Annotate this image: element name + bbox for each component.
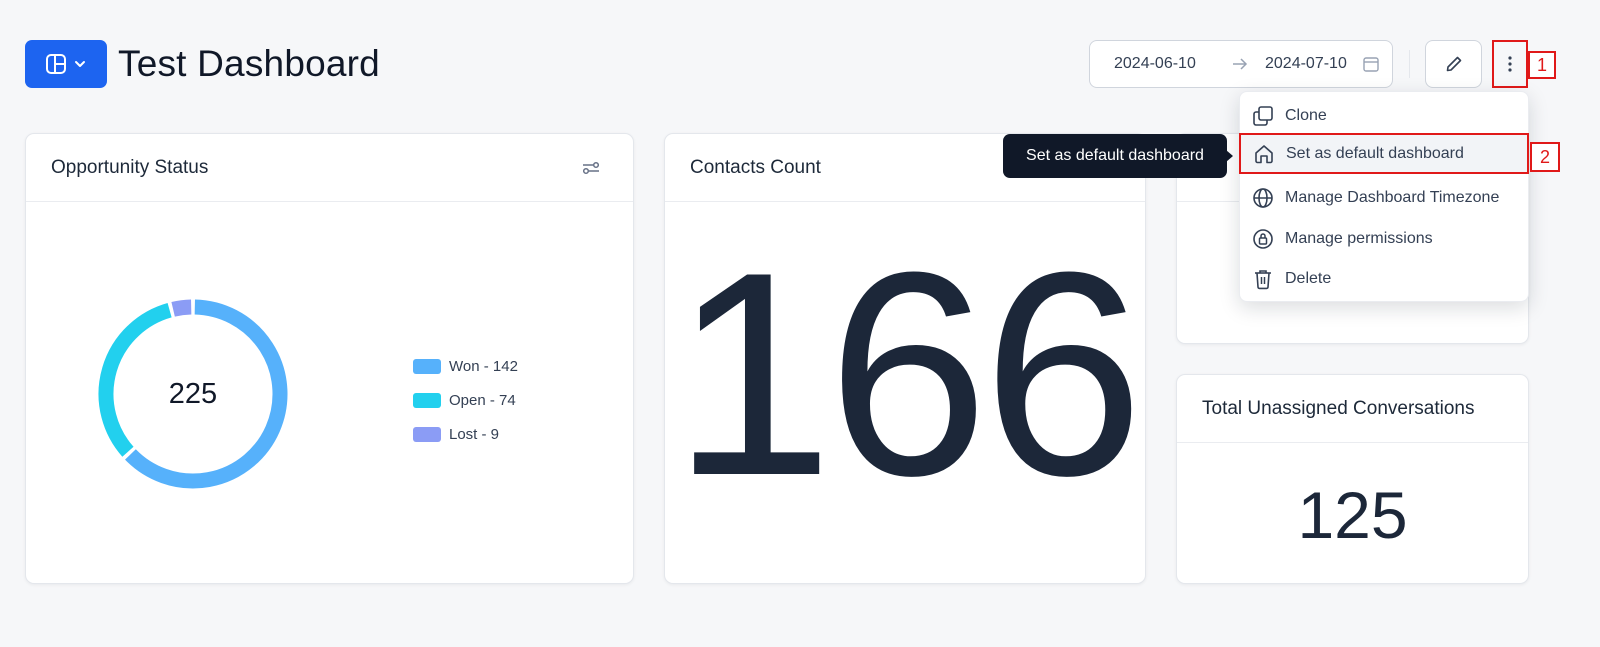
menu-item-label: Manage Dashboard Timezone [1285,188,1500,206]
header-divider [1409,50,1410,78]
legend-swatch-won [413,358,441,374]
date-start[interactable]: 2024-06-10 [1114,55,1196,73]
globe-icon [1253,187,1273,208]
menu-item-label: Manage permissions [1285,229,1433,247]
page-title: Test Dashboard [118,43,380,84]
calendar-icon [1363,57,1379,72]
menu-item-label: Delete [1285,269,1332,287]
chevron-down-icon [75,61,85,67]
donut-center-value: 225 [169,378,217,410]
edit-button[interactable] [1425,40,1482,88]
date-end[interactable]: 2024-07-10 [1265,55,1347,73]
legend-label: Open - 74 [449,391,516,409]
chart-legend: Won - 142 Open - 74 Lost - 9 [413,349,518,451]
clone-icon [1253,105,1273,126]
lock-icon [1253,228,1273,249]
unassigned-conversations-card: Total Unassigned Conversations 125 [1176,374,1529,584]
trash-icon [1255,269,1271,289]
legend-item: Lost - 9 [413,417,518,451]
menu-item-clone[interactable]: Clone [1240,95,1528,136]
donut-slice-lost [171,299,192,317]
arrow-right-icon [1233,58,1248,70]
menu-item-label: Set as default dashboard [1286,144,1464,162]
contacts-count-value: 166 [672,212,1144,536]
more-options-menu: Clone Set as default dashboard Manage Da… [1239,91,1529,302]
menu-item-permissions[interactable]: Manage permissions [1240,218,1528,259]
menu-item-set-default[interactable]: Set as default dashboard [1239,133,1529,174]
donut-slice-open [98,302,172,457]
more-options-button[interactable] [1492,40,1528,88]
annotation-marker-1: 1 [1528,51,1556,79]
donut-chart: 225 [98,299,288,489]
more-vertical-icon [1508,56,1512,72]
card-header: Total Unassigned Conversations [1177,375,1528,443]
menu-item-timezone[interactable]: Manage Dashboard Timezone [1240,177,1528,218]
contacts-count-card: Contacts Count 166 [664,133,1146,584]
unassigned-conversations-value: 125 [1297,478,1408,552]
date-range-picker[interactable]: 2024-06-10 2024-07-10 [1089,40,1393,88]
legend-swatch-lost [413,426,441,442]
tooltip: Set as default dashboard [1003,134,1227,178]
card-title: Opportunity Status [51,156,209,178]
opportunity-status-card: Opportunity Status 225 Won - 142 Open - … [25,133,634,584]
annotation-marker-2: 2 [1530,142,1560,172]
menu-item-label: Clone [1285,106,1327,124]
filter-settings-icon[interactable] [581,158,601,178]
legend-item: Open - 74 [413,383,518,417]
legend-label: Won - 142 [449,357,518,375]
legend-label: Lost - 9 [449,425,500,443]
legend-item: Won - 142 [413,349,518,383]
card-title: Total Unassigned Conversations [1202,397,1475,419]
menu-item-delete[interactable]: Delete [1240,258,1528,299]
layout-icon [46,54,66,74]
home-icon [1255,144,1273,163]
card-title: Contacts Count [690,156,821,178]
legend-swatch-open [413,392,441,408]
pencil-icon [1446,56,1461,72]
card-header: Opportunity Status [26,134,633,202]
tooltip-arrow [1226,150,1233,162]
dashboard-switcher-button[interactable] [25,40,107,88]
